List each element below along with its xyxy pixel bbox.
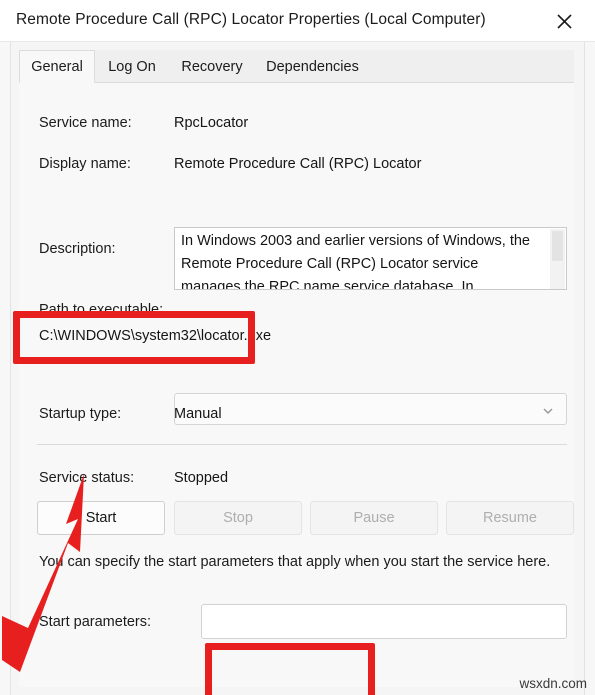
description-scrollbar-thumb[interactable] bbox=[552, 231, 563, 261]
start-button-label: Start bbox=[85, 510, 117, 526]
dialog-body: General Log On Recovery Dependencies Ser… bbox=[10, 42, 585, 695]
service-status-value: Stopped bbox=[174, 470, 229, 486]
tab-general[interactable]: General bbox=[19, 50, 95, 83]
description-textarea[interactable]: In Windows 2003 and earlier versions of … bbox=[174, 227, 567, 290]
close-icon bbox=[556, 13, 573, 30]
close-button[interactable] bbox=[541, 2, 587, 40]
service-name-value: RpcLocator bbox=[174, 115, 249, 131]
startup-type-dropdown[interactable] bbox=[174, 393, 567, 425]
service-name-label: Service name: bbox=[39, 115, 132, 131]
description-scrollbar[interactable] bbox=[550, 229, 565, 289]
startup-type-label: Startup type: bbox=[39, 406, 122, 422]
display-name-value: Remote Procedure Call (RPC) Locator bbox=[174, 156, 422, 172]
start-parameters-hint: You can specify the start parameters tha… bbox=[39, 554, 551, 570]
start-parameters-label: Start parameters: bbox=[39, 614, 152, 630]
title-bar: Remote Procedure Call (RPC) Locator Prop… bbox=[0, 0, 595, 42]
service-properties-dialog: Remote Procedure Call (RPC) Locator Prop… bbox=[0, 0, 595, 695]
resume-button-label: Resume bbox=[483, 510, 537, 526]
stop-button-label: Stop bbox=[223, 510, 253, 526]
tab-strip: General Log On Recovery Dependencies bbox=[19, 50, 574, 83]
tab-dependencies-label: Dependencies bbox=[266, 58, 359, 75]
window-title: Remote Procedure Call (RPC) Locator Prop… bbox=[16, 11, 486, 28]
description-value: In Windows 2003 and earlier versions of … bbox=[181, 233, 530, 290]
service-status-label: Service status: bbox=[39, 470, 135, 486]
tab-general-label: General bbox=[31, 58, 83, 75]
display-name-label: Display name: bbox=[39, 156, 131, 172]
general-tab-pane: Service name: RpcLocator Display name: R… bbox=[19, 83, 574, 687]
stop-button: Stop bbox=[174, 501, 302, 535]
resume-button: Resume bbox=[446, 501, 574, 535]
pause-button: Pause bbox=[310, 501, 438, 535]
path-to-executable-label: Path to executable: bbox=[39, 302, 164, 318]
path-to-executable-value: C:\WINDOWS\system32\locator.exe bbox=[39, 328, 272, 344]
tab-recovery[interactable]: Recovery bbox=[169, 50, 255, 83]
tab-dependencies[interactable]: Dependencies bbox=[255, 50, 370, 83]
tab-recovery-label: Recovery bbox=[181, 58, 243, 75]
start-parameters-input[interactable] bbox=[201, 604, 567, 639]
description-label: Description: bbox=[39, 241, 116, 257]
watermark: wsxdn.com bbox=[519, 676, 587, 691]
startup-type-value: Manual bbox=[174, 406, 222, 422]
tab-log-on[interactable]: Log On bbox=[95, 50, 169, 83]
section-divider bbox=[37, 444, 567, 445]
pause-button-label: Pause bbox=[353, 510, 395, 526]
chevron-down-icon bbox=[542, 404, 554, 416]
tab-log-on-label: Log On bbox=[108, 58, 156, 75]
start-button[interactable]: Start bbox=[37, 501, 165, 535]
